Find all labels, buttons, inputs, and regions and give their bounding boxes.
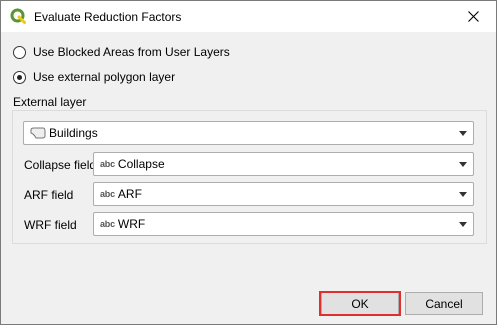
wrf-field-combobox[interactable]: abc WRF bbox=[93, 212, 474, 236]
ok-button-highlight bbox=[319, 291, 401, 316]
polygon-layer-icon bbox=[30, 127, 46, 139]
wrf-field-label: WRF field bbox=[24, 218, 77, 232]
string-field-type-icon: abc bbox=[100, 189, 115, 199]
string-field-type-icon: abc bbox=[100, 159, 115, 169]
arf-field-combobox[interactable]: abc ARF bbox=[93, 182, 474, 206]
layer-combobox[interactable]: Buildings bbox=[23, 121, 474, 145]
title-bar: Evaluate Reduction Factors bbox=[1, 1, 496, 32]
chevron-down-icon bbox=[459, 162, 467, 167]
radio-blocked-areas-label: Use Blocked Areas from User Layers bbox=[33, 45, 230, 59]
chevron-down-icon bbox=[459, 192, 467, 197]
cancel-button[interactable]: Cancel bbox=[405, 292, 483, 315]
string-field-type-icon: abc bbox=[100, 219, 115, 229]
collapse-field-value: Collapse bbox=[117, 157, 165, 171]
window-title: Evaluate Reduction Factors bbox=[34, 10, 182, 24]
radio-button-unchecked[interactable] bbox=[13, 45, 26, 59]
radio-external-polygon[interactable]: Use external polygon layer bbox=[13, 69, 175, 85]
cancel-button-label: Cancel bbox=[425, 296, 463, 311]
chevron-down-icon bbox=[459, 131, 467, 136]
radio-blocked-areas[interactable]: Use Blocked Areas from User Layers bbox=[13, 44, 230, 60]
chevron-down-icon bbox=[459, 222, 467, 227]
close-icon bbox=[468, 10, 479, 22]
radio-button-checked[interactable] bbox=[13, 70, 26, 84]
radio-external-polygon-label: Use external polygon layer bbox=[33, 70, 176, 84]
wrf-field-value: WRF bbox=[117, 217, 146, 231]
external-layer-group-label: External layer bbox=[13, 95, 87, 109]
arf-field-value: ARF bbox=[117, 187, 142, 201]
dialog-window: Evaluate Reduction Factors Use Blocked A… bbox=[0, 0, 497, 325]
close-button[interactable] bbox=[451, 1, 496, 31]
arf-field-label: ARF field bbox=[24, 188, 74, 202]
qgis-logo-icon bbox=[10, 8, 26, 24]
collapse-field-combobox[interactable]: abc Collapse bbox=[93, 152, 474, 176]
layer-combobox-value: Buildings bbox=[49, 126, 98, 140]
collapse-field-label: Collapse field bbox=[24, 158, 97, 172]
